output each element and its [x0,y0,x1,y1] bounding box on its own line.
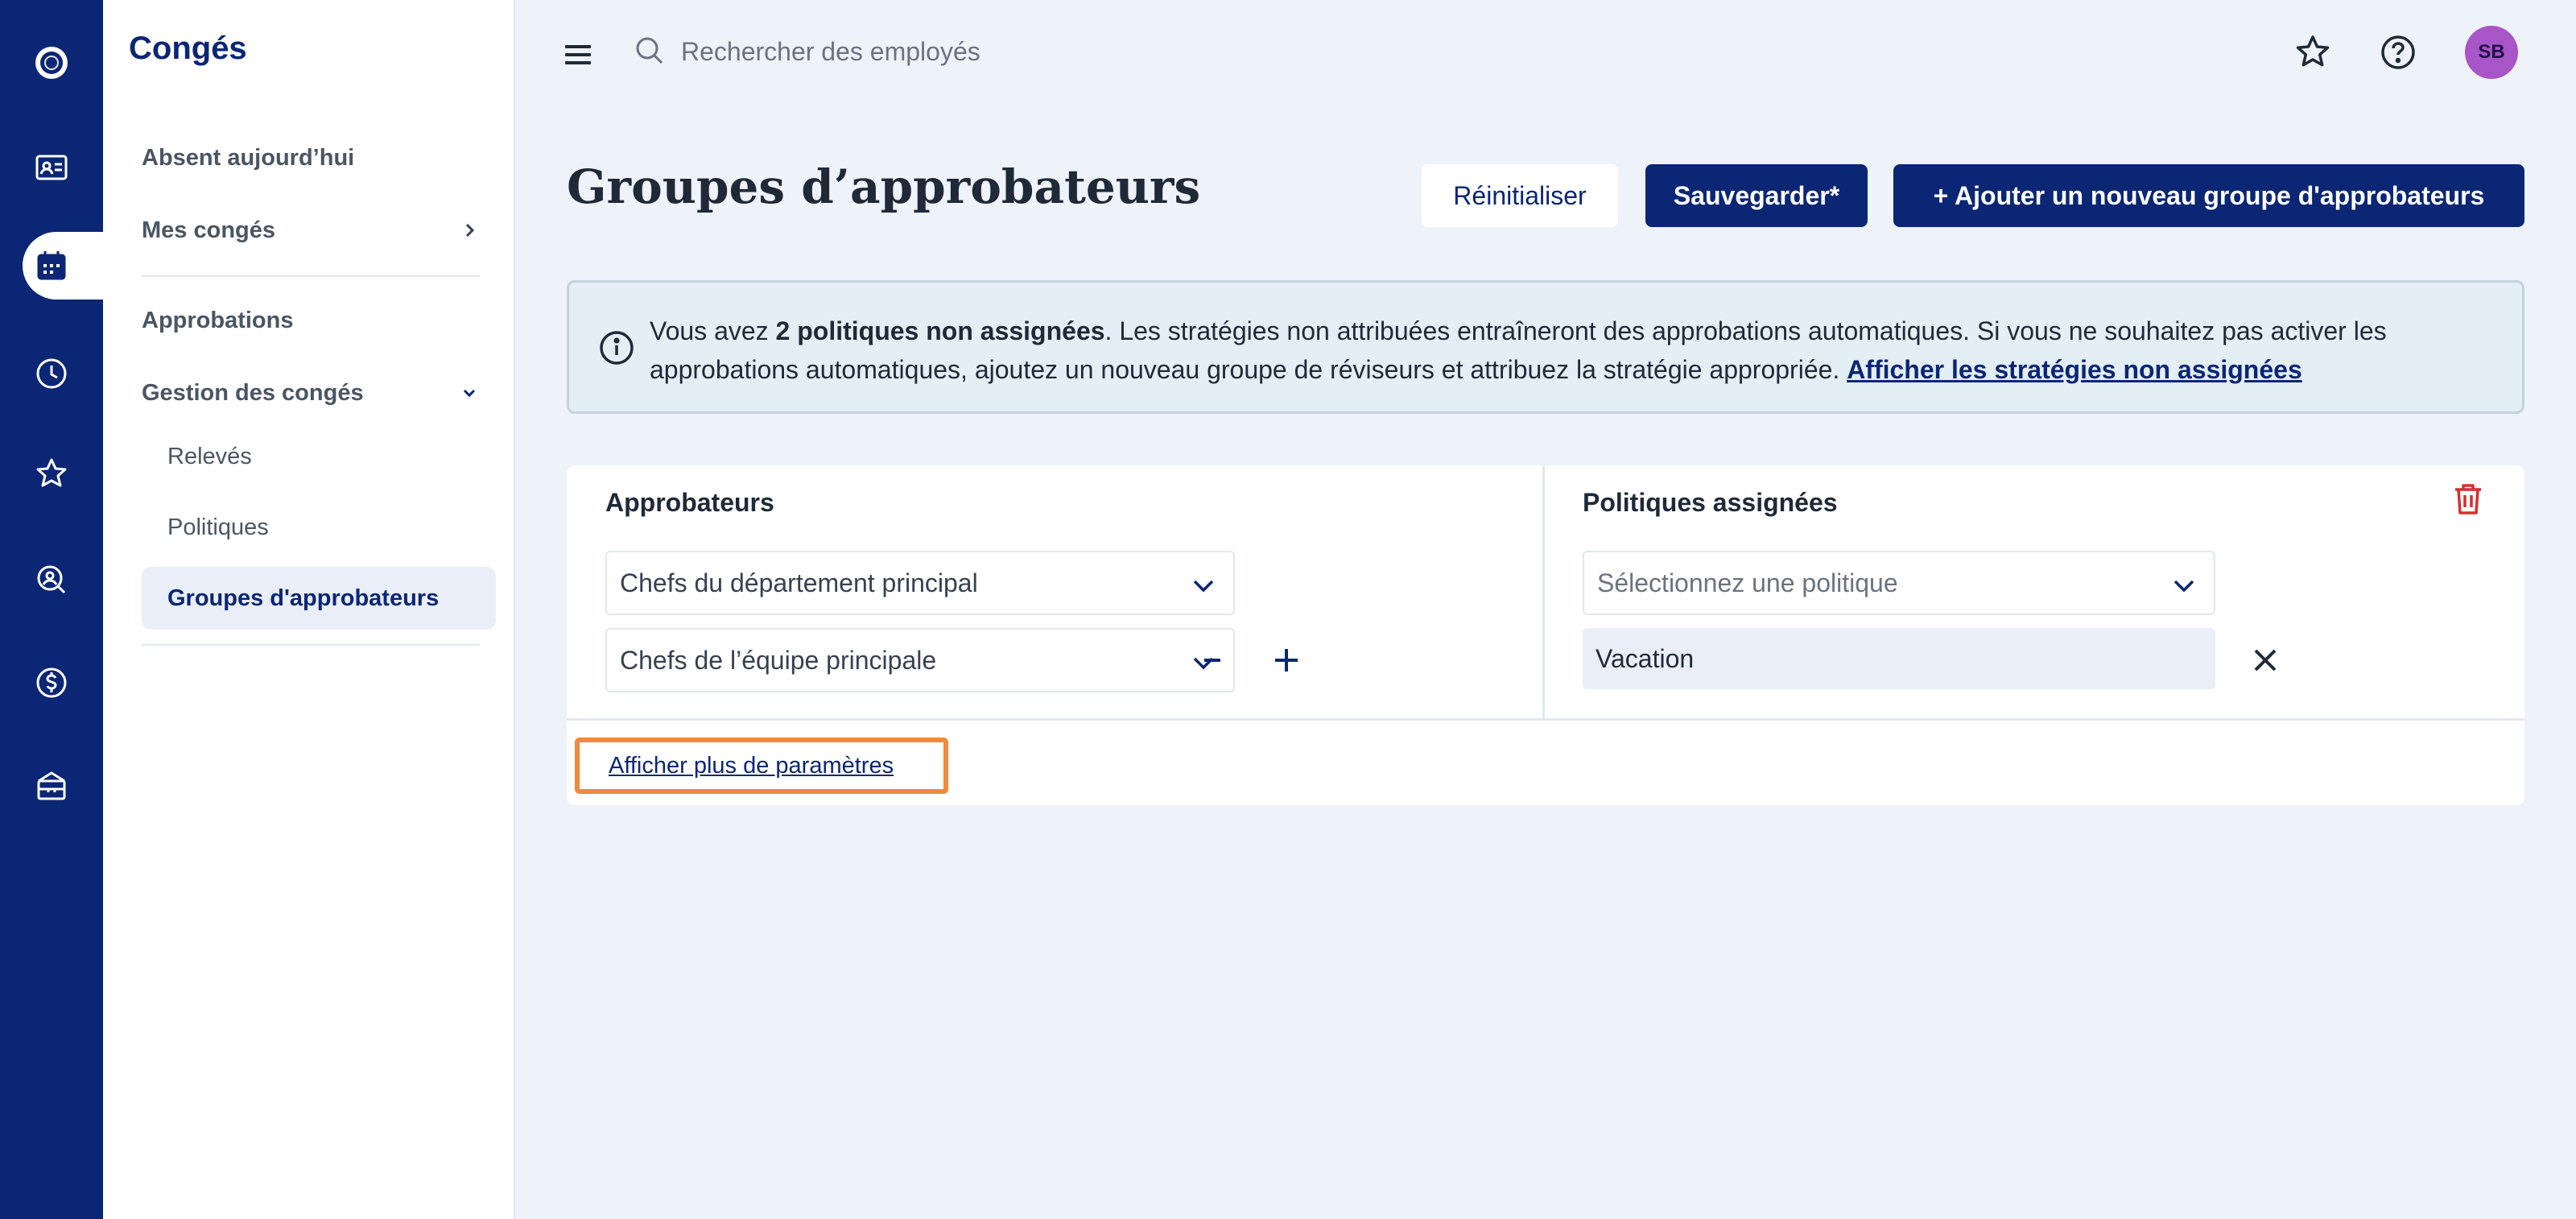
info-icon [600,331,634,365]
people-search-icon[interactable] [27,556,76,604]
chevron-right-icon [465,223,475,238]
dollar-icon[interactable] [27,659,76,707]
sidebar-item-label: Absent aujourd’hui [142,144,355,171]
remove-approver-icon[interactable] [1193,641,1232,680]
add-approver-group-button[interactable]: + Ajouter un nouveau groupe d'approbateu… [1893,164,2524,227]
approver-select-value: Chefs du département principal [620,568,978,597]
alert-message: Vous avez 2 politiques non assignées. Le… [650,312,2493,389]
info-alert: Vous avez 2 politiques non assignées. Le… [567,280,2524,414]
more-settings-link[interactable]: Afficher plus de paramètres [609,753,894,779]
approver-select[interactable]: Chefs du département principal [605,551,1235,615]
reset-button[interactable]: Réinitialiser [1422,164,1618,227]
search-icon [636,37,663,64]
sidebar-item-label: Approbations [142,307,294,333]
hamburger-menu-icon[interactable] [562,40,594,69]
divider [142,644,480,646]
logo-icon[interactable] [27,39,76,87]
alert-count: 2 politiques non assignées [775,316,1105,345]
sidebar: Congés Absent aujourd’hui Mes congés App… [103,0,515,1219]
chevron-down-icon [1193,580,1214,593]
sidebar-item-my-leaves[interactable]: Mes congés [142,206,480,254]
approver-select[interactable]: Chefs de l’équipe principale [605,628,1235,692]
clock-icon[interactable] [27,349,76,398]
approver-select-value: Chefs de l’équipe principale [620,645,937,675]
sidebar-subitem-label: Groupes d'approbateurs [167,585,440,611]
remove-policy-icon[interactable] [2246,641,2285,680]
sidebar-item-label: Gestion des congés [142,379,364,406]
sidebar-item-approvals[interactable]: Approbations [142,296,480,345]
row-divider [567,718,2524,721]
alert-prefix: Vous avez [650,316,776,345]
divider [142,275,480,277]
policy-select[interactable]: Sélectionnez une politique [1583,551,2215,615]
spacer [631,465,670,504]
add-approver-icon[interactable] [1267,641,1306,680]
assigned-policy: Vacation [1583,628,2215,689]
search-input[interactable] [681,31,1406,72]
approver-group-card: Approbateurs Politiques assignées Chefs … [567,465,2524,805]
sidebar-subitem-label: Relevés [167,443,252,469]
column-divider [1542,465,1545,720]
delete-group-icon[interactable] [2449,480,2487,519]
box-icon[interactable] [27,762,76,810]
sidebar-subitem-statements[interactable]: Relevés [142,425,496,488]
help-icon[interactable] [2378,32,2418,72]
star-icon[interactable] [27,449,76,498]
sidebar-item-leave-management[interactable]: Gestion des congés [142,369,480,417]
sidebar-title: Congés [129,31,247,66]
policies-header: Politiques assignées [1583,488,1838,517]
favorites-star-icon[interactable] [2293,32,2333,72]
save-button[interactable]: Sauvegarder* [1645,164,1868,227]
sidebar-item-label: Mes congés [142,217,275,243]
assigned-policy-label: Vacation [1596,643,1695,673]
more-settings-highlight: Afficher plus de paramètres [575,738,948,794]
page-title: Groupes d’approbateurs [567,159,1201,214]
sidebar-item-absent-today[interactable]: Absent aujourd’hui [142,134,480,182]
chevron-down-icon [2174,580,2194,593]
sidebar-subitem-label: Politiques [167,514,269,540]
sidebar-subitem-policies[interactable]: Politiques [142,496,496,559]
chevron-down-icon [463,389,476,398]
policy-select-placeholder: Sélectionnez une politique [1597,568,1898,597]
sidebar-subitem-approver-groups[interactable]: Groupes d'approbateurs [142,567,496,630]
app-rail [0,0,103,1219]
show-unassigned-link[interactable]: Afficher les stratégies non assignées [1847,355,2302,384]
avatar[interactable]: SB [2465,26,2518,79]
calendar-icon[interactable] [23,232,103,300]
contact-card-icon[interactable] [27,143,76,192]
